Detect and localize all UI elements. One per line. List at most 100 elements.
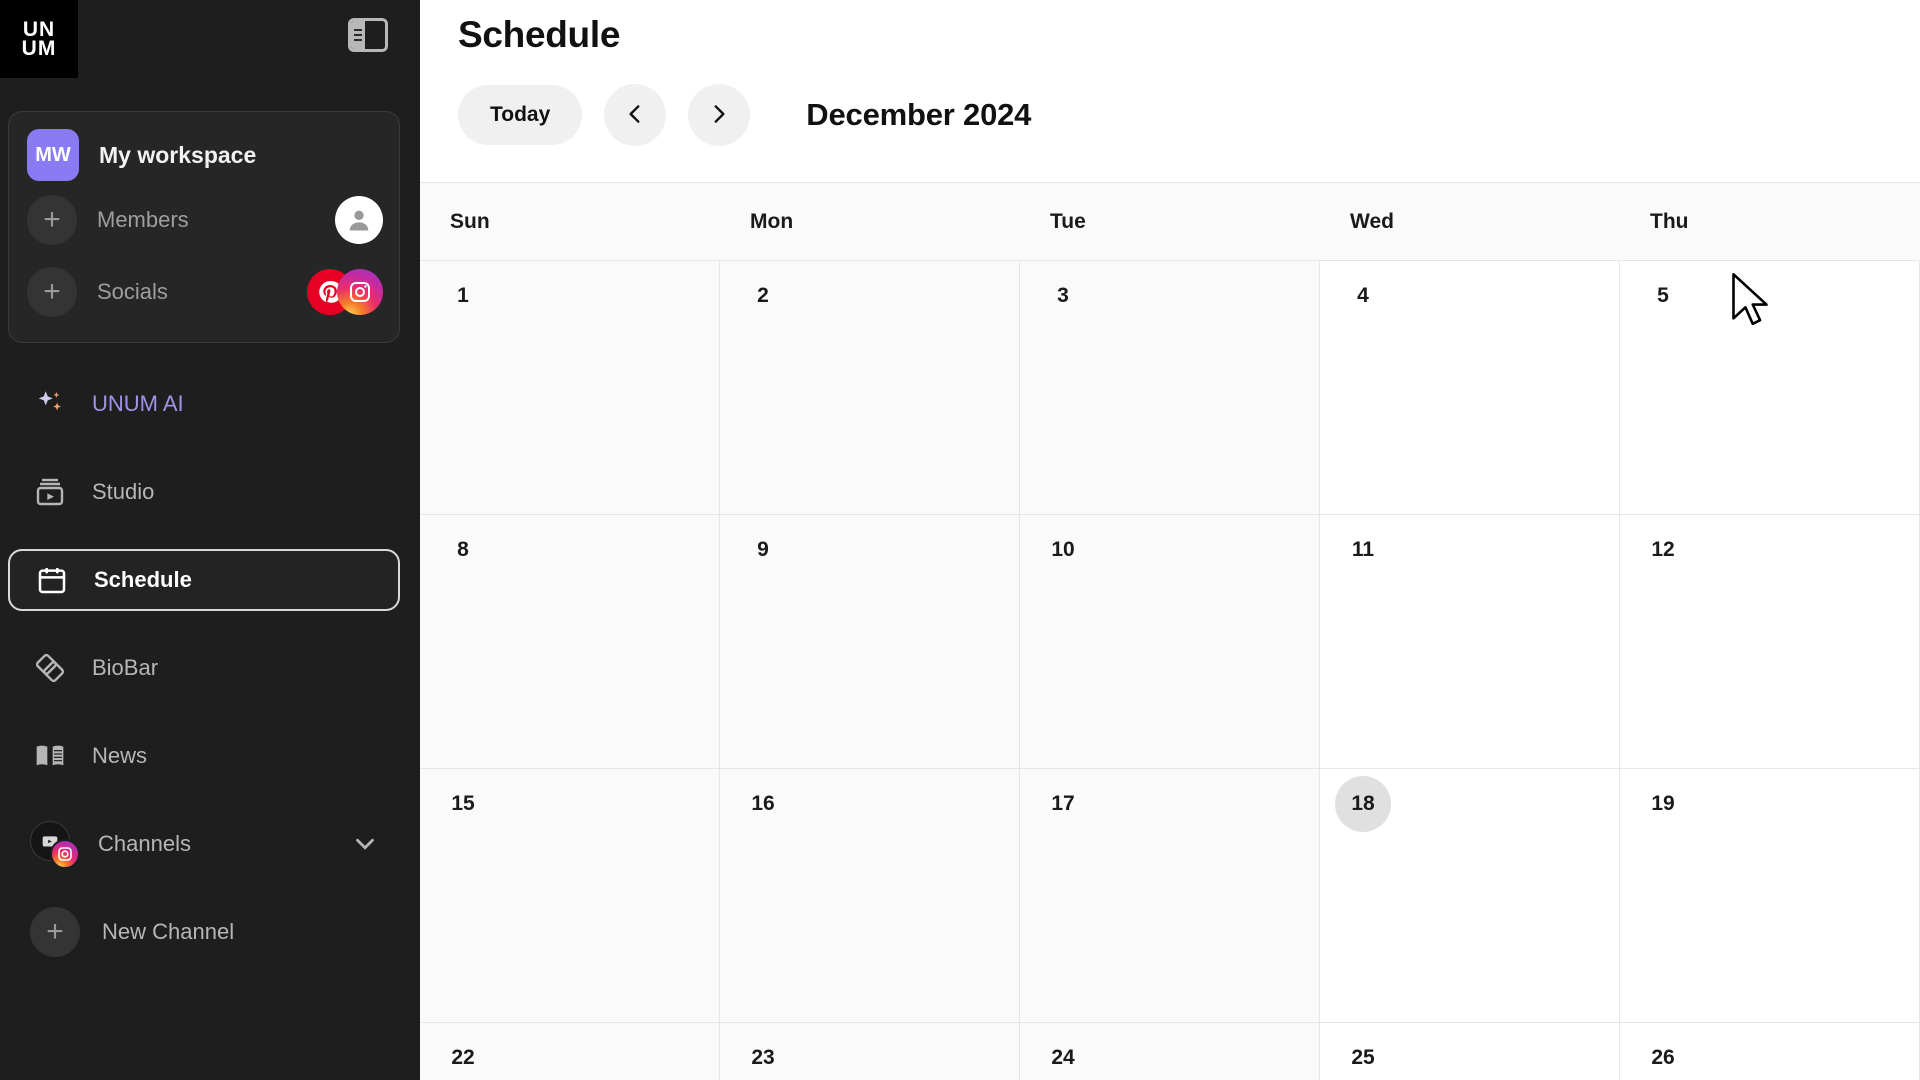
members-label: Members — [97, 207, 189, 232]
logo-line-2: UM — [21, 37, 57, 60]
plus-icon[interactable]: + — [27, 267, 77, 317]
weekday-header: Thu — [1650, 209, 1689, 233]
calendar-day-number: 3 — [1057, 284, 1069, 307]
sidebar-item-new-channel[interactable]: + New Channel — [8, 901, 400, 963]
chevron-left-icon — [622, 101, 648, 130]
calendar-grid: 1234567891011121314151617181920212223242… — [420, 261, 1920, 1080]
calendar-day-number: 17 — [1051, 792, 1075, 815]
calendar-day-number: 15 — [451, 792, 475, 815]
sidebar: UN UM MW My workspace + Members + Social… — [0, 0, 420, 1080]
weekday-header: Wed — [1350, 209, 1394, 233]
weekday-header: Tue — [1050, 209, 1086, 233]
calendar-day-cell[interactable]: 18 — [1320, 769, 1620, 1022]
calendar-day-cell[interactable]: 19 — [1620, 769, 1920, 1022]
biobar-icon — [30, 648, 70, 688]
instagram-icon[interactable] — [337, 269, 383, 315]
sidebar-toggle-icon[interactable] — [348, 18, 388, 52]
calendar-day-cell[interactable]: 11 — [1320, 515, 1620, 768]
channel-avatar-instagram — [50, 839, 80, 869]
sidebar-item-label: UNUM AI — [92, 391, 184, 416]
today-button[interactable]: Today — [458, 85, 583, 145]
sidebar-item-schedule[interactable]: Schedule — [8, 549, 400, 611]
app-root: UN UM MW My workspace + Members + Social… — [0, 0, 1920, 1080]
workspace-card: MW My workspace + Members + Socials — [8, 111, 400, 343]
calendar-day-cell[interactable]: 1 — [420, 261, 720, 514]
workspace-row-members[interactable]: + Members — [9, 184, 399, 256]
calendar: SunMonTueWedThuFriSat 123456789101112131… — [420, 182, 1920, 1080]
workspace-row-socials[interactable]: + Socials — [9, 256, 399, 328]
sidebar-item-label: Schedule — [94, 567, 192, 592]
calendar-day-cell[interactable]: 24 — [1020, 1023, 1320, 1080]
unum-logo[interactable]: UN UM — [0, 0, 78, 78]
channel-avatars-icon — [30, 821, 80, 869]
calendar-day-cell[interactable]: 16 — [720, 769, 1020, 1022]
calendar-day-number: 26 — [1651, 1046, 1675, 1069]
sidebar-item-label: News — [92, 743, 148, 768]
calendar-day-cell[interactable]: 23 — [720, 1023, 1020, 1080]
calendar-day-number: 12 — [1651, 538, 1675, 561]
calendar-day-number: 19 — [1651, 792, 1675, 815]
sidebar-item-label: Channels — [98, 831, 191, 856]
calendar-day-number: 16 — [751, 792, 775, 815]
calendar-week-row: 22232425262728 — [420, 1023, 1920, 1080]
social-badges[interactable] — [307, 269, 383, 315]
sidebar-item-channels[interactable]: Channels — [8, 813, 400, 875]
calendar-day-cell[interactable]: 2 — [720, 261, 1020, 514]
main-content: Schedule Today December 2024 Sun Mon Tue We… — [420, 0, 1920, 1080]
sidebar-header: UN UM — [0, 0, 420, 105]
page-title: Schedule — [458, 14, 621, 55]
calendar-day-cell[interactable]: 10 — [1020, 515, 1320, 768]
sidebar-item-label: BioBar — [92, 655, 159, 680]
calendar-day-cell[interactable]: 15 — [420, 769, 720, 1022]
calendar-toolbar: Today December 2024 — [420, 56, 1920, 146]
calendar-day-cell[interactable]: 3 — [1020, 261, 1320, 514]
weekday-header: Sun — [450, 209, 490, 233]
plus-icon[interactable]: + — [30, 907, 80, 957]
sidebar-item-label: Studio — [92, 479, 155, 504]
sparkle-icon — [30, 384, 70, 424]
calendar-day-cell[interactable]: 5 — [1620, 261, 1920, 514]
sidebar-item-news[interactable]: News — [8, 725, 400, 787]
calendar-day-number: 25 — [1351, 1046, 1375, 1069]
calendar-day-cell[interactable]: 22 — [420, 1023, 720, 1080]
sidebar-nav: UNUM AI Studio Schedule BioBar News Chan… — [0, 343, 420, 963]
sidebar-item-unum-ai[interactable]: UNUM AI — [8, 373, 400, 435]
calendar-week-row: 1234567 — [420, 261, 1920, 515]
chevron-down-icon[interactable] — [350, 829, 380, 859]
calendar-day-number: 8 — [457, 538, 469, 561]
panel-lines — [351, 21, 365, 49]
calendar-day-number-today: 18 — [1335, 776, 1391, 832]
calendar-weekday-header: SunMonTueWedThuFriSat — [420, 183, 1920, 261]
calendar-day-cell[interactable]: 4 — [1320, 261, 1620, 514]
calendar-day-number: 23 — [751, 1046, 775, 1069]
weekday-header: Mon — [750, 209, 794, 233]
calendar-day-number: 5 — [1657, 284, 1669, 307]
calendar-day-number: 2 — [757, 284, 769, 307]
workspace-name: My workspace — [99, 141, 257, 168]
user-avatar-icon[interactable] — [335, 196, 383, 244]
book-icon — [30, 736, 70, 776]
next-month-button[interactable] — [688, 84, 751, 146]
calendar-week-row: 891011121314 — [420, 515, 1920, 769]
sidebar-item-studio[interactable]: Studio — [8, 461, 400, 523]
calendar-day-cell[interactable]: 12 — [1620, 515, 1920, 768]
prev-month-button[interactable] — [604, 84, 667, 146]
sidebar-item-label: New Channel — [102, 919, 235, 944]
studio-icon — [30, 472, 70, 512]
calendar-day-number: 22 — [451, 1046, 475, 1069]
calendar-day-cell[interactable]: 9 — [720, 515, 1020, 768]
month-label: December 2024 — [806, 97, 1032, 132]
calendar-day-cell[interactable]: 8 — [420, 515, 720, 768]
calendar-day-number: 11 — [1351, 538, 1375, 561]
socials-label: Socials — [97, 279, 168, 304]
chevron-right-icon — [706, 101, 732, 130]
calendar-day-number: 4 — [1357, 284, 1369, 307]
calendar-day-number: 24 — [1051, 1046, 1075, 1069]
workspace-header[interactable]: MW My workspace — [9, 126, 399, 184]
calendar-day-cell[interactable]: 25 — [1320, 1023, 1620, 1080]
calendar-day-cell[interactable]: 26 — [1620, 1023, 1920, 1080]
sidebar-item-biobar[interactable]: BioBar — [8, 637, 400, 699]
members-avatars[interactable] — [335, 196, 383, 244]
calendar-day-cell[interactable]: 17 — [1020, 769, 1320, 1022]
plus-icon[interactable]: + — [27, 195, 77, 245]
